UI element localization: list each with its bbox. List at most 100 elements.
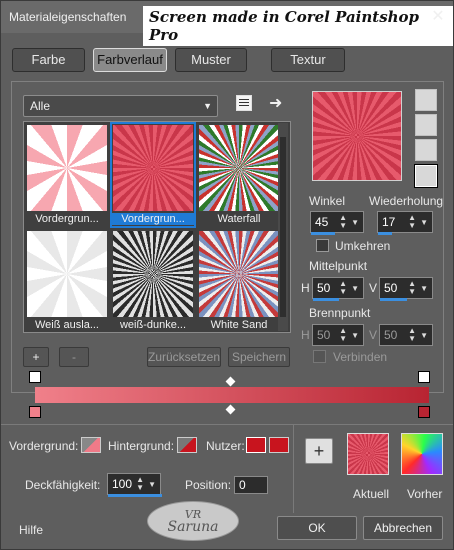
cancel-button[interactable]: Abbrechen [363, 516, 443, 540]
user-swatch[interactable] [246, 437, 266, 453]
previous-material-swatch[interactable] [401, 433, 443, 475]
position-value: 0 [239, 478, 246, 492]
repeat-bar [378, 232, 392, 235]
focal-v-label: V [369, 328, 378, 342]
tab-muster[interactable]: Muster [175, 48, 247, 72]
color-end-handle[interactable] [418, 406, 430, 418]
gradient-swatch [199, 125, 279, 211]
tab-textur[interactable]: Textur [271, 48, 345, 72]
current-material-swatch[interactable] [347, 433, 389, 475]
gradient-gallery: Vordergrun... Vordergrun... Waterfall We… [23, 121, 291, 333]
center-v-value: 50 [384, 281, 398, 295]
scrollbar-thumb[interactable] [280, 137, 286, 317]
stepper-arrows-icon: ▲ ▼ [339, 326, 347, 343]
chevron-down-icon[interactable]: ▼ [351, 213, 359, 233]
center-label: Mittelpunkt [309, 259, 368, 273]
gradient-label: weiß-dunke... [119, 319, 187, 331]
chevron-down-icon[interactable]: ▼ [420, 213, 428, 233]
link-checkbox [313, 350, 326, 363]
center-v-stepper[interactable]: 50 ▲ ▼ ▼ [379, 277, 433, 301]
background-swatch[interactable] [177, 437, 197, 453]
opacity-label: Deckfähigkeit: [25, 478, 101, 492]
link-label: Verbinden [333, 350, 388, 364]
current-label: Aktuell [353, 487, 390, 501]
focal-h-stepper: 50 ▲ ▼ ▼ [312, 324, 364, 346]
focal-v-stepper: 50 ▲ ▼ ▼ [379, 324, 433, 346]
gradient-label: Vordergrun... [112, 213, 194, 225]
remove-gradient-button[interactable]: - [59, 347, 89, 367]
gradient-swatch [113, 125, 193, 211]
material-properties-window: Materialeigenschaften Screen made in Cor… [0, 0, 454, 550]
help-link[interactable]: Hilfe [19, 523, 43, 537]
chevron-down-icon[interactable]: ▼ [148, 475, 156, 495]
user-color-picker[interactable] [269, 437, 289, 453]
position-input[interactable]: 0 [234, 476, 268, 494]
stepper-arrows-icon[interactable]: ▲ ▼ [339, 280, 347, 296]
watermark-seal: VR Saruna [147, 501, 239, 541]
add-gradient-button[interactable]: + [23, 347, 49, 367]
close-icon[interactable]: ✕ [429, 8, 447, 26]
stepper-arrows-icon[interactable]: ▲ ▼ [408, 214, 416, 230]
linear-style-icon[interactable] [415, 89, 437, 111]
gradient-swatch [27, 231, 107, 317]
repeat-value: 17 [382, 215, 396, 229]
position-label: Position: [185, 478, 232, 492]
center-v-label: V [369, 281, 378, 295]
gradient-swatch [113, 231, 193, 317]
sunburst-style-icon[interactable] [415, 139, 437, 161]
library-icon[interactable] [236, 95, 252, 111]
angle-stepper[interactable]: 45 ▲ ▼ ▼ [310, 211, 364, 235]
center-v-bar [380, 298, 407, 301]
watermark-line2: Saruna [167, 519, 219, 535]
gradient-preview [312, 91, 402, 181]
stepper-arrows-icon: ▲ ▼ [408, 326, 416, 343]
opacity-start-handle[interactable] [29, 371, 41, 383]
add-to-library-button[interactable]: + [305, 438, 333, 464]
opacity-stepper[interactable]: 100 ▲ ▼ ▼ [107, 473, 162, 497]
chevron-down-icon[interactable]: ▼ [351, 279, 359, 299]
gradient-thumb[interactable]: White Sand [198, 230, 280, 332]
gradient-label: Waterfall [217, 213, 261, 225]
stepper-arrows-icon[interactable]: ▲ ▼ [136, 476, 144, 492]
stepper-arrows-icon[interactable]: ▲ ▼ [408, 280, 416, 296]
screen-banner: Screen made in Corel Paintshop Pro [143, 6, 453, 46]
gradient-bar[interactable] [35, 387, 429, 403]
title-bar: Materialeigenschaften Screen made in Cor… [1, 1, 453, 46]
save-gradient-button[interactable]: Speichern [228, 347, 290, 367]
repeat-stepper[interactable]: 17 ▲ ▼ ▼ [377, 211, 433, 235]
category-dropdown[interactable]: Alle ▼ [23, 95, 218, 117]
user-label: Nutzer: [206, 439, 245, 453]
gradient-thumb-selected[interactable]: Vordergrun... [110, 122, 196, 228]
tab-farbverlauf[interactable]: Farbverlauf [93, 48, 167, 72]
divider [293, 425, 294, 513]
ok-button[interactable]: OK [277, 516, 357, 540]
gradient-thumb[interactable]: weiß-dunke... [112, 230, 194, 332]
color-midpoint-handle[interactable] [225, 404, 236, 415]
opacity-bar [108, 494, 162, 497]
gradient-thumb[interactable]: Vordergrun... [26, 124, 108, 226]
radial-style-icon[interactable] [414, 164, 438, 188]
chevron-down-icon: ▼ [351, 331, 359, 340]
gradient-swatch [27, 125, 107, 211]
foreground-swatch[interactable] [81, 437, 101, 453]
opacity-value: 100 [112, 477, 133, 491]
background-label: Hintergrund: [108, 439, 175, 453]
invert-checkbox[interactable] [316, 239, 329, 252]
color-start-handle[interactable] [29, 406, 41, 418]
chevron-down-icon[interactable]: ▼ [420, 279, 428, 299]
reset-button[interactable]: Zurücksetzen [147, 347, 221, 367]
opacity-end-handle[interactable] [418, 371, 430, 383]
divider [1, 424, 453, 425]
stepper-arrows-icon[interactable]: ▲ ▼ [339, 214, 347, 230]
arrow-right-icon[interactable]: ➜ [269, 93, 282, 113]
gallery-scrollbar[interactable] [278, 123, 288, 331]
rectangular-style-icon[interactable] [415, 114, 437, 136]
focal-h-label: H [301, 328, 310, 342]
previous-label: Vorher [407, 487, 443, 501]
center-h-stepper[interactable]: 50 ▲ ▼ ▼ [312, 277, 364, 301]
gradient-thumb[interactable]: Weiß ausla... [26, 230, 108, 332]
angle-label: Winkel [309, 194, 346, 208]
foreground-label: Vordergrund: [9, 439, 79, 453]
tab-farbe[interactable]: Farbe [12, 48, 85, 72]
gradient-thumb[interactable]: Waterfall [198, 124, 280, 226]
